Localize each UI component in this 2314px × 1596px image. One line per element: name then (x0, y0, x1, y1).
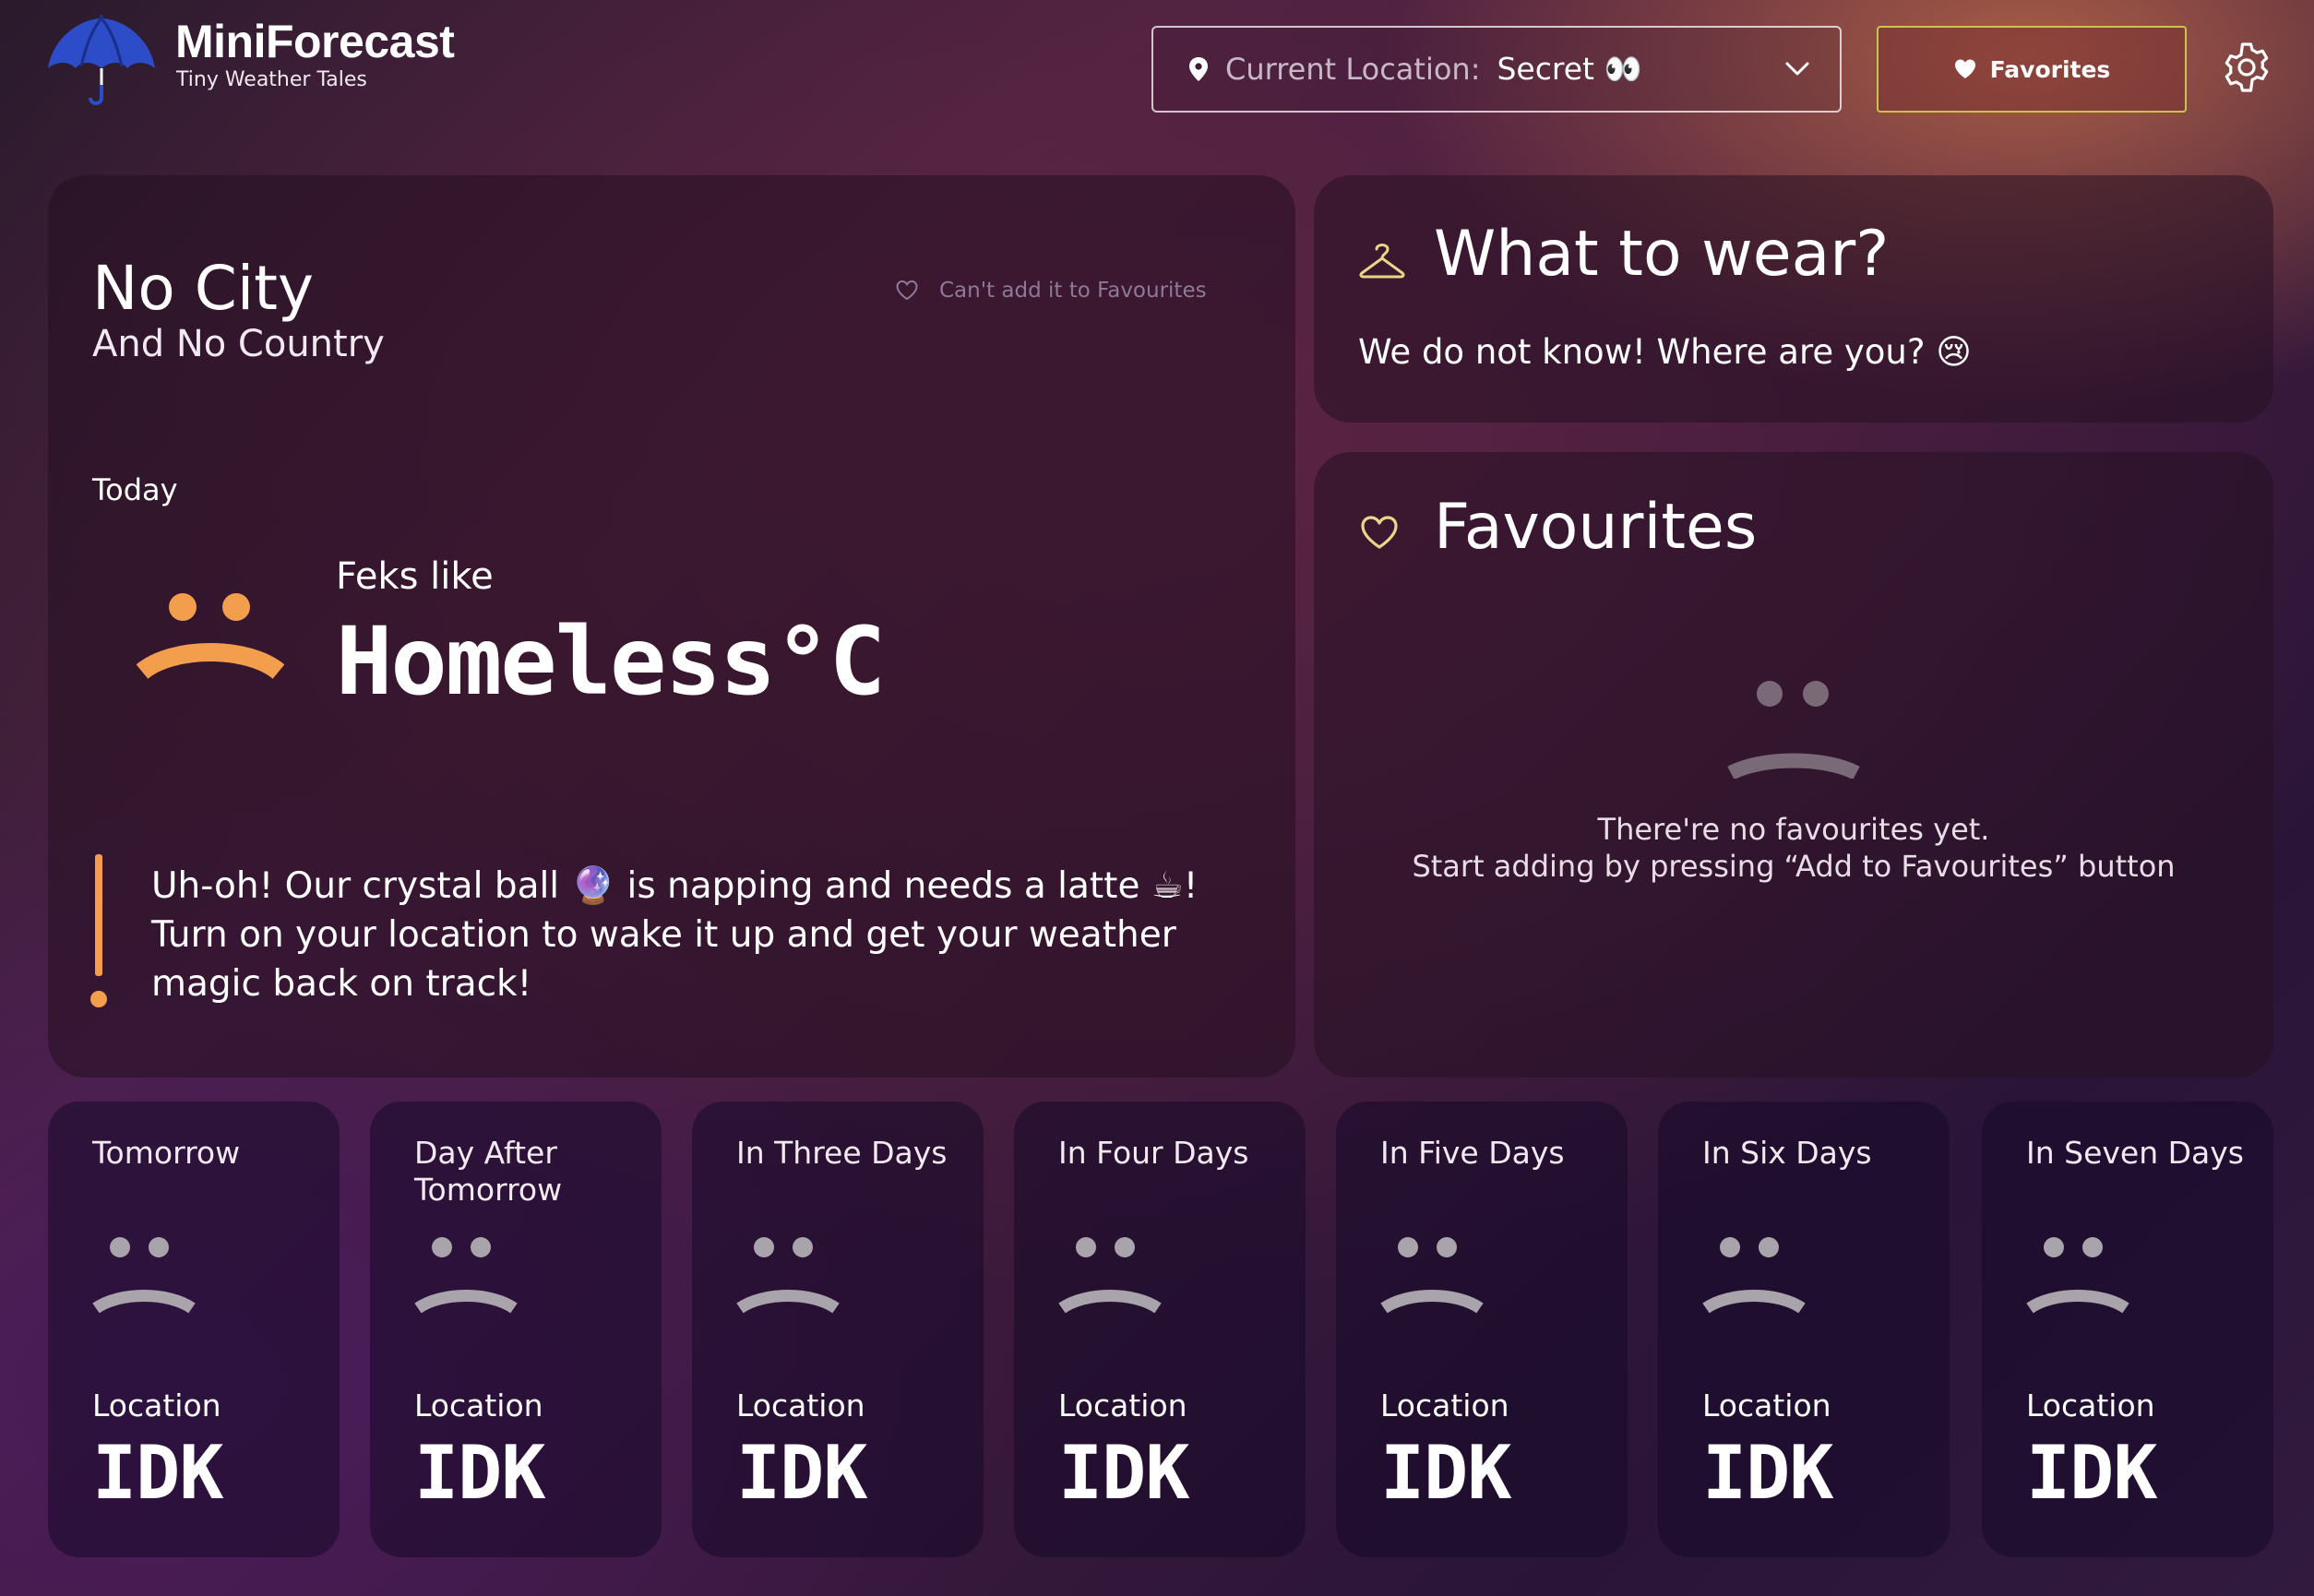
forecast-location-label: Location (92, 1388, 221, 1423)
app-subtitle: Tiny Weather Tales (176, 68, 367, 91)
favorites-button[interactable]: Favorites (1877, 26, 2187, 113)
forecast-card: Day After Tomorrow Location IDK (370, 1102, 662, 1557)
today-label: Today (92, 472, 178, 507)
forecast-location-label: Location (1058, 1388, 1187, 1423)
chevron-down-icon (1785, 62, 1809, 76)
current-weather-card: No City And No Country Can't add it to F… (48, 175, 1295, 1078)
temperature-value: Homeless°C (336, 607, 886, 717)
city-name: No City (92, 253, 315, 324)
forecast-location-label: Location (1380, 1388, 1509, 1423)
sad-face-icon (1380, 1237, 1484, 1314)
location-pin-icon (1189, 57, 1208, 81)
forecast-value: IDK (1058, 1430, 1189, 1516)
country-name: And No Country (92, 323, 385, 365)
sad-face-icon (2026, 1237, 2129, 1314)
add-to-favourites-label: Can't add it to Favourites (939, 279, 1207, 303)
what-to-wear-message: We do not know! Where are you? 😢 (1358, 332, 1972, 372)
forecast-card: In Six Days Location IDK (1658, 1102, 1950, 1557)
heart-outline-icon (1361, 516, 1398, 549)
forecast-value: IDK (1380, 1430, 1511, 1516)
feels-like-label: Feks like (336, 555, 494, 598)
location-select[interactable]: Current Location: Secret 👀 (1151, 26, 1842, 113)
forecast-day: Tomorrow (92, 1135, 241, 1171)
sad-face-icon (1727, 681, 1860, 779)
forecast-day: Day After Tomorrow (414, 1135, 563, 1208)
forecast-location-label: Location (736, 1388, 865, 1423)
forecast-value: IDK (2026, 1430, 2157, 1516)
hanger-icon (1359, 244, 1405, 279)
location-value: Secret 👀 (1497, 51, 1642, 87)
umbrella-icon (48, 15, 155, 105)
sad-face-icon (137, 593, 284, 680)
favorites-button-label: Favorites (1989, 55, 2111, 83)
forecast-day: In Seven Days (2026, 1135, 2244, 1171)
forecast-card: In Three Days Location IDK (692, 1102, 984, 1557)
forecast-card: In Four Days Location IDK (1014, 1102, 1306, 1557)
forecast-day: In Five Days (1380, 1135, 1565, 1171)
forecast-row: Tomorrow Location IDK Day After Tomorrow… (48, 1102, 2273, 1557)
forecast-value: IDK (736, 1430, 867, 1516)
location-label: Current Location: (1225, 52, 1481, 87)
what-to-wear-card: What to wear? We do not know! Where are … (1314, 175, 2273, 423)
forecast-day: In Six Days (1702, 1135, 1872, 1171)
heart-outline-icon (896, 280, 918, 301)
forecast-value: IDK (414, 1430, 545, 1516)
heart-icon (1954, 59, 1975, 78)
forecast-location-label: Location (414, 1388, 543, 1423)
what-to-wear-title: What to wear? (1434, 218, 1890, 291)
exclamation-icon (90, 854, 107, 1007)
forecast-day: In Four Days (1058, 1135, 1249, 1171)
favourites-empty-hint: Start adding by pressing “Add to Favouri… (1412, 849, 2176, 884)
forecast-location-label: Location (2026, 1388, 2155, 1423)
forecast-value: IDK (1702, 1430, 1833, 1516)
forecast-location-label: Location (1702, 1388, 1831, 1423)
location-alert-message: Uh-oh! Our crystal ball 🔮 is napping and… (151, 865, 1199, 1005)
add-to-favourites-disabled: Can't add it to Favourites (895, 279, 1207, 303)
forecast-day: In Three Days (736, 1135, 948, 1171)
sad-face-icon (1702, 1237, 1806, 1314)
sad-face-icon (736, 1237, 840, 1314)
favourites-empty-message: There're no favourites yet. (1597, 812, 1990, 847)
favourites-card: Favourites There're no favourites yet. S… (1314, 452, 2273, 1078)
favourites-title: Favourites (1434, 491, 1758, 564)
sad-face-icon (1058, 1237, 1162, 1314)
sad-face-icon (414, 1237, 518, 1314)
forecast-card: Tomorrow Location IDK (48, 1102, 340, 1557)
forecast-card: In Five Days Location IDK (1336, 1102, 1628, 1557)
gear-icon[interactable] (2220, 41, 2273, 94)
forecast-value: IDK (92, 1430, 223, 1516)
forecast-card: In Seven Days Location IDK (1982, 1102, 2273, 1557)
sad-face-icon (92, 1237, 196, 1314)
app-title: MiniForecast (175, 16, 455, 67)
